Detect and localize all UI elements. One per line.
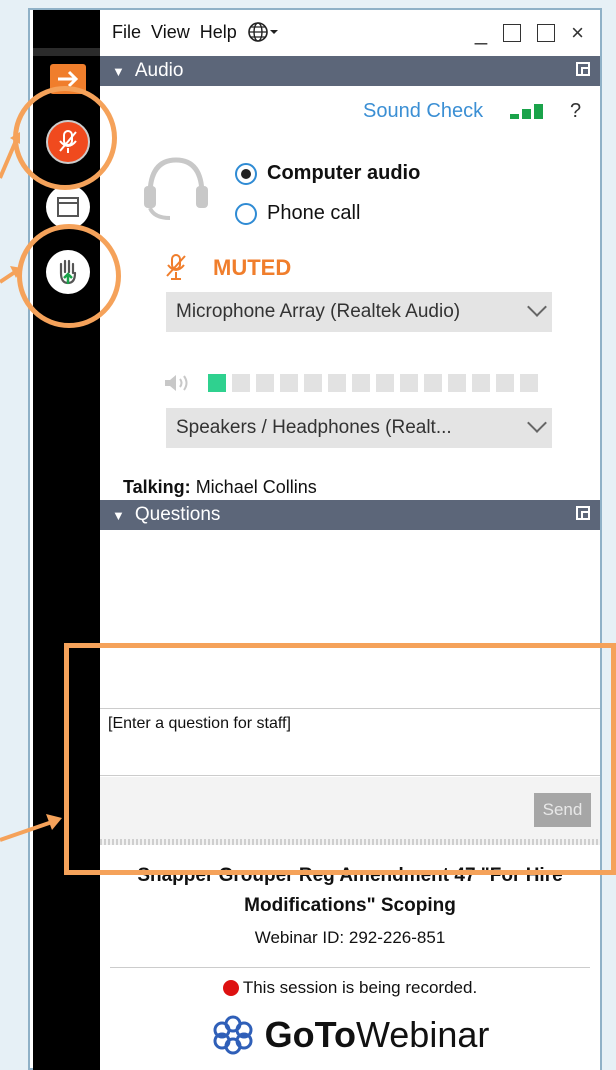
computer-audio-radio[interactable] [235,162,257,185]
phone-call-label: Phone call [267,202,361,224]
restore-button[interactable] [537,24,556,42]
audio-level-meter [208,374,538,392]
meter-segment [352,374,370,392]
popout-icon[interactable] [576,506,590,520]
pointer-line-questions [0,814,62,842]
menu-view[interactable]: View [151,22,190,43]
window-controls: _ × [475,20,594,46]
highlight-circle-mute [13,86,117,190]
maximize-button[interactable] [503,24,522,42]
meter-segment [280,374,298,392]
talking-indicator: Talking: Michael Collins [123,477,317,498]
computer-audio-option[interactable]: Computer audio [235,162,420,185]
questions-section-header[interactable]: ▼ Questions [100,500,600,530]
control-panel: File View Help _ × ▼ Audio Sound Check ?… [100,10,600,1070]
meter-segment [328,374,346,392]
meter-segment [208,374,226,392]
chevron-down-icon [527,297,547,317]
mic-muted-status-icon [166,254,186,280]
meter-segment [520,374,538,392]
meter-segment [448,374,466,392]
language-dropdown[interactable] [247,21,279,43]
chevron-down-icon [269,30,278,34]
webinar-id: Webinar ID: 292-226-851 [254,928,446,947]
sound-check-link[interactable]: Sound Check [363,100,483,123]
meter-segment [472,374,490,392]
meter-segment [376,374,394,392]
gotowebinar-logo: GoTo Webinar [100,1013,600,1057]
recording-dot-icon [222,980,239,996]
logo-goto-text: GoTo [264,1014,356,1055]
talking-name: Michael Collins [195,477,317,497]
meter-segment [304,374,322,392]
chevron-down-icon [527,413,547,433]
meter-segment [256,374,274,392]
popout-icon[interactable] [576,62,590,76]
speaker-select-value: Speakers / Headphones (Realt... [176,417,452,438]
phone-call-option[interactable]: Phone call [235,202,360,225]
speaker-select[interactable]: Speakers / Headphones (Realt... [166,408,552,448]
audio-section-title: Audio [134,60,184,81]
microphone-select[interactable]: Microphone Array (Realtek Audio) [166,292,552,332]
menu-bar: File View Help _ × [100,10,600,54]
screen-icon [57,197,79,217]
recording-notice: This session is being recorded. [100,978,600,998]
signal-bars-icon [510,104,543,119]
recording-notice-text: This session is being recorded. [242,978,478,997]
computer-audio-label: Computer audio [267,162,421,184]
microphone-select-value: Microphone Array (Realtek Audio) [176,301,461,322]
collapse-triangle-icon: ▼ [112,63,125,79]
gotowebinar-logo-icon [213,1015,253,1055]
meter-segment [232,374,250,392]
pointer-line-hand [0,266,22,284]
logo-webinar-text: Webinar [355,1014,490,1055]
speaker-icon [165,375,188,391]
screen-view-button[interactable] [46,185,90,229]
menu-file[interactable]: File [112,22,141,43]
audio-help-button[interactable]: ? [570,100,581,123]
collapse-triangle-icon: ▼ [112,507,125,523]
phone-call-radio[interactable] [235,202,257,225]
minimize-button[interactable]: _ [475,20,487,46]
highlight-box-questions [64,643,616,875]
questions-section-title: Questions [134,504,221,525]
meter-segment [424,374,442,392]
pointer-line-mute [0,132,20,179]
meter-segment [400,374,418,392]
menu-help[interactable]: Help [200,22,237,43]
audio-section-header[interactable]: ▼ Audio [100,56,600,86]
globe-icon [247,22,268,42]
highlight-circle-hand [17,224,121,328]
meter-segment [496,374,514,392]
headset-icon [144,157,208,220]
rail-top-strip [33,48,100,56]
close-button[interactable]: × [571,20,584,46]
mute-status: MUTED [213,255,292,280]
talking-label: Talking: [123,477,191,497]
divider [110,967,590,968]
